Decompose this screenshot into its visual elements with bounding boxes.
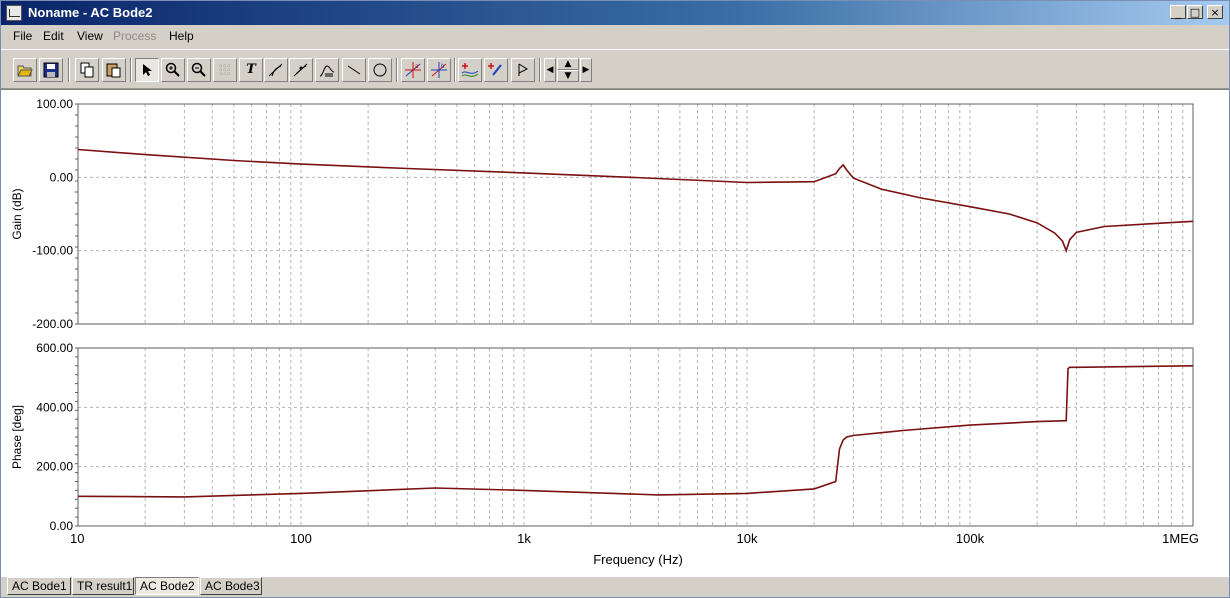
gain-series-line	[77, 148, 1194, 254]
flag-icon[interactable]	[511, 58, 535, 82]
x-tick-label: 1k	[517, 531, 531, 546]
y-tick-label: -100.00	[32, 244, 73, 258]
x-tick-label: 100	[290, 531, 312, 546]
circle-icon[interactable]	[368, 58, 392, 82]
line-icon[interactable]	[342, 58, 366, 82]
phase-grid	[75, 347, 1193, 527]
phase-series-line	[77, 365, 1194, 498]
marker-icon[interactable]	[484, 58, 508, 82]
menu-help[interactable]: Help	[169, 29, 194, 43]
y-tick-label: -200.00	[32, 317, 73, 331]
add-curve-icon[interactable]	[458, 58, 482, 82]
window-title: Noname - AC Bode2	[28, 5, 153, 20]
phase-frame	[77, 347, 1194, 527]
frequency-axis-label: Frequency (Hz)	[593, 552, 683, 567]
bode-plot[interactable]: 100.00 0.00 -100.00 -200.00 600.00 400.00 200…	[1, 90, 1229, 577]
tab-ac-bode3[interactable]: AC Bode3	[200, 577, 262, 595]
app-icon	[6, 5, 22, 21]
gain-y-tick-labels: 100.00 0.00 -100.00 -200.00	[32, 97, 73, 331]
menu-bar: File Edit View Process Help	[1, 25, 1229, 47]
up-arrow-icon[interactable]: ▲	[557, 58, 579, 70]
tab-tr-result1[interactable]: TR result1	[72, 577, 134, 595]
menu-file[interactable]: File	[13, 29, 32, 43]
cursor-b-icon[interactable]: b	[427, 58, 451, 82]
maximize-button[interactable]: □	[1187, 5, 1203, 19]
gain-frame	[77, 103, 1194, 325]
y-tick-label: 100.00	[36, 97, 73, 111]
open-icon[interactable]	[13, 58, 37, 82]
phase-y-tick-labels: 600.00400.00200.000.00	[36, 341, 73, 533]
close-button[interactable]: ×	[1207, 5, 1223, 19]
zoom-in-icon[interactable]	[161, 58, 185, 82]
x-tick-labels: 10 100 1k 10k 100k 1MEG	[70, 531, 1199, 546]
toolbar-separator	[130, 58, 132, 82]
menu-edit[interactable]: Edit	[43, 29, 64, 43]
copy-icon[interactable]	[75, 58, 99, 82]
toolbar: T a b ◀ ▲ ▼ ▶	[1, 49, 1229, 89]
y-tick-label: 400.00	[36, 400, 73, 414]
paste-icon[interactable]	[102, 58, 126, 82]
grid-icon[interactable]	[213, 58, 237, 82]
zoom-out-icon[interactable]	[187, 58, 211, 82]
x-tick-label: 10	[70, 531, 84, 546]
right-arrow-icon[interactable]: ▶	[580, 58, 592, 82]
wire-icon[interactable]	[264, 58, 288, 82]
save-icon[interactable]	[39, 58, 63, 82]
curve-icon[interactable]	[315, 58, 339, 82]
title-bar[interactable]: Noname - AC Bode2 _ □ ×	[1, 1, 1229, 25]
toolbar-separator	[454, 58, 456, 82]
menu-process[interactable]: Process	[113, 29, 156, 43]
toolbar-separator	[68, 58, 70, 82]
text-icon[interactable]: T	[239, 58, 263, 82]
gain-grid	[75, 103, 1193, 325]
toolbar-separator	[396, 58, 398, 82]
y-tick-label: 600.00	[36, 341, 73, 355]
tab-ac-bode1[interactable]: AC Bode1	[7, 577, 71, 595]
menu-view[interactable]: View	[77, 29, 103, 43]
x-tick-label: 10k	[737, 531, 758, 546]
tab-ac-bode2[interactable]: AC Bode2	[135, 577, 199, 595]
y-tick-label: 0.00	[50, 170, 74, 184]
plot-area: 100.00 0.00 -100.00 -200.00 600.00 400.00 200…	[1, 89, 1229, 577]
y-tick-label: 200.00	[36, 460, 73, 474]
down-arrow-icon[interactable]: ▼	[557, 70, 579, 82]
left-arrow-icon[interactable]: ◀	[544, 58, 556, 82]
cursor-a-icon[interactable]: a	[401, 58, 425, 82]
pointer-icon[interactable]	[135, 58, 159, 82]
x-tick-label: 1MEG	[1162, 531, 1199, 546]
gain-axis-label: Gain (dB)	[10, 188, 24, 239]
toolbar-separator	[539, 58, 541, 82]
tab-bar: AC Bode1 TR result1 AC Bode2 AC Bode3	[1, 576, 1229, 597]
phase-axis-label: Phase [deg]	[10, 405, 24, 469]
x-tick-label: 100k	[956, 531, 985, 546]
app-window: Noname - AC Bode2 _ □ × File Edit View P…	[0, 0, 1230, 598]
minimize-button[interactable]: _	[1170, 5, 1186, 19]
probe-icon[interactable]	[289, 58, 313, 82]
